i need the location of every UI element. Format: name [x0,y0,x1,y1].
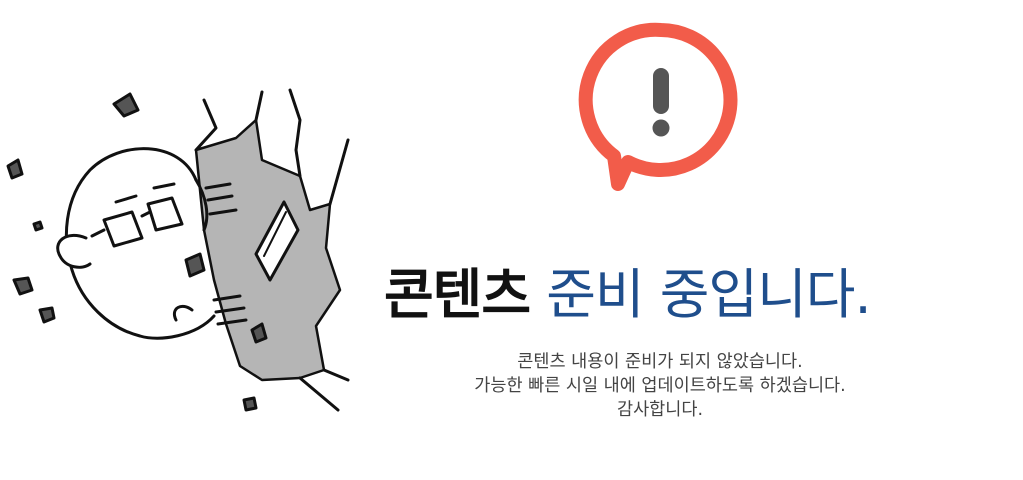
message-line: 감사합니다. [616,400,704,420]
exclamation-speech-bubble-icon [578,22,738,191]
message-line: 가능한 빠른 시일 내에 업데이트하도록 하겠습니다. [474,376,846,396]
title-strong: 콘텐츠 [384,263,531,326]
crash-illustration [6,88,350,412]
message-line: 콘텐츠 내용이 준비가 되지 않았습니다. [517,352,803,372]
page-title: 콘텐츠 준비 중입니다. [384,262,944,328]
notice-message: 콘텐츠 내용이 준비가 되지 않았습니다. 가능한 빠른 시일 내에 업데이트하… [380,350,940,422]
title-accent: 준비 중입니다. [546,263,871,326]
